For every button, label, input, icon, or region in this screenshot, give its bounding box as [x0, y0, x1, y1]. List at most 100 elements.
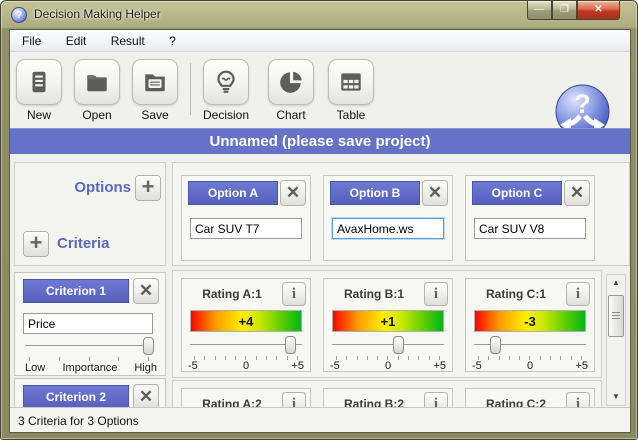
status-bar: 3 Criteria for 3 Options	[10, 407, 630, 433]
slider-track	[25, 345, 153, 347]
pie-chart-icon	[278, 69, 304, 95]
rating-b1-card: Rating B:1 i +1 -5 0 +5	[323, 278, 453, 372]
close-icon: ✕	[428, 183, 442, 202]
option-b-card: Option B ✕	[323, 175, 453, 261]
rating-a1-value-bar: +4	[190, 310, 302, 332]
menu-bar: File Edit Result ?	[10, 30, 630, 52]
menu-help[interactable]: ?	[160, 30, 185, 48]
options-section-label: Options	[74, 179, 131, 196]
close-icon: ✕	[139, 281, 153, 300]
scrollbar-thumb[interactable]	[608, 295, 624, 337]
decision-button[interactable]: Decision	[194, 59, 258, 122]
info-icon: i	[434, 286, 438, 302]
rating-a1-info-button[interactable]: i	[282, 282, 306, 306]
save-label: Save	[126, 108, 184, 122]
rating-b1-slider[interactable]	[332, 335, 444, 355]
open-button[interactable]: Open	[68, 59, 126, 122]
delete-criterion-1-button[interactable]: ✕	[133, 278, 159, 304]
save-icon	[142, 69, 168, 95]
option-b-header: Option B	[330, 181, 420, 205]
option-a-card: Option A ✕	[181, 175, 311, 261]
table-label: Table	[320, 108, 382, 122]
open-folder-icon	[84, 69, 110, 95]
importance-slider[interactable]	[25, 336, 153, 356]
rating-b1-info-button[interactable]: i	[424, 282, 448, 306]
scroll-up-icon[interactable]: ▲	[607, 275, 625, 291]
new-document-icon	[26, 69, 52, 95]
close-icon: ✕	[286, 183, 300, 202]
rating-c1-slider[interactable]	[474, 335, 586, 355]
option-a-header: Option A	[188, 181, 278, 205]
rating-b1-title: Rating B:1	[324, 287, 424, 301]
delete-option-a-button[interactable]: ✕	[280, 180, 306, 206]
menu-result[interactable]: Result	[102, 30, 154, 48]
new-label: New	[10, 108, 68, 122]
minimize-button[interactable]: —	[527, 1, 552, 20]
options-row-panel: Option A ✕ Option B ✕ Option C ✕	[172, 162, 630, 266]
criteria-section-label: Criteria	[57, 235, 110, 252]
option-a-name-input[interactable]	[190, 218, 302, 239]
decision-label: Decision	[194, 108, 258, 122]
options-criteria-panel: Options + + Criteria	[14, 162, 166, 266]
rating-c1-card: Rating C:1 i -3 -5 0 +5	[465, 278, 595, 372]
option-c-header: Option C	[472, 181, 562, 205]
importance-high-label: High	[134, 362, 157, 374]
rating-b1-value-bar: +1	[332, 310, 444, 332]
scroll-down-icon[interactable]: ▼	[607, 389, 625, 405]
criterion-1-header: Criterion 1	[23, 279, 129, 303]
close-icon: ✕	[139, 387, 153, 406]
rating-c1-info-button[interactable]: i	[566, 282, 590, 306]
client-area: File Edit Result ? New Open	[9, 29, 631, 433]
info-icon: i	[292, 286, 296, 302]
rating-c1-slider-thumb[interactable]	[490, 336, 501, 354]
add-criterion-button[interactable]: +	[23, 231, 49, 257]
new-button[interactable]: New	[10, 59, 68, 122]
rating-a1-card: Rating A:1 i +4 -5 0 +5	[181, 278, 311, 372]
plus-icon: +	[142, 174, 155, 199]
scale-max-label: +5	[291, 360, 304, 372]
svg-text:?: ?	[574, 89, 591, 119]
option-b-name-input[interactable]	[332, 218, 444, 239]
open-label: Open	[68, 108, 126, 122]
criterion-1-card: Criterion 1 ✕ Low Importance High	[14, 272, 166, 376]
save-button[interactable]: Save	[126, 59, 184, 122]
titlebar: ? Decision Making Helper — ❐ ✕	[1, 1, 637, 29]
delete-option-b-button[interactable]: ✕	[422, 180, 448, 206]
scale-max-label: +5	[433, 360, 446, 372]
plus-icon: +	[30, 230, 43, 255]
option-c-card: Option C ✕	[465, 175, 595, 261]
rating-a1-slider-thumb[interactable]	[285, 336, 296, 354]
rating-a1-slider[interactable]	[190, 335, 302, 355]
delete-option-c-button[interactable]: ✕	[564, 180, 590, 206]
app-icon: ?	[11, 7, 27, 23]
info-icon: i	[576, 286, 580, 302]
ratings-scrollbar[interactable]: ▲ ▼	[606, 274, 626, 406]
toolbar-separator	[190, 63, 191, 115]
menu-edit[interactable]: Edit	[57, 30, 96, 48]
scale-max-label: +5	[575, 360, 588, 372]
ratings-row-1-panel: Rating A:1 i +4 -5 0 +5 Rating B:1 i	[172, 270, 602, 378]
chart-label: Chart	[260, 108, 322, 122]
close-icon: ✕	[570, 183, 584, 202]
maximize-button[interactable]: ❐	[552, 1, 577, 20]
chart-button[interactable]: Chart	[260, 59, 322, 122]
decision-bulb-icon	[213, 69, 239, 95]
option-c-name-input[interactable]	[474, 218, 586, 239]
criterion-1-name-input[interactable]	[23, 313, 153, 334]
toolbar: New Open Save Decision	[10, 53, 630, 127]
close-button[interactable]: ✕	[577, 1, 620, 20]
rating-a1-title: Rating A:1	[182, 287, 282, 301]
importance-ticks	[29, 357, 149, 361]
project-title-banner: Unnamed (please save project)	[10, 128, 630, 154]
table-button[interactable]: Table	[320, 59, 382, 122]
rating-c1-title: Rating C:1	[466, 287, 566, 301]
window-title: Decision Making Helper	[34, 7, 161, 21]
criterion-2-header: Criterion 2	[23, 385, 129, 409]
importance-slider-thumb[interactable]	[143, 337, 154, 355]
scrollbar-grip	[612, 312, 620, 321]
table-icon	[338, 69, 364, 95]
add-option-button[interactable]: +	[135, 175, 161, 201]
rating-b1-slider-thumb[interactable]	[393, 336, 404, 354]
menu-file[interactable]: File	[13, 30, 50, 48]
slider-track	[332, 344, 444, 346]
